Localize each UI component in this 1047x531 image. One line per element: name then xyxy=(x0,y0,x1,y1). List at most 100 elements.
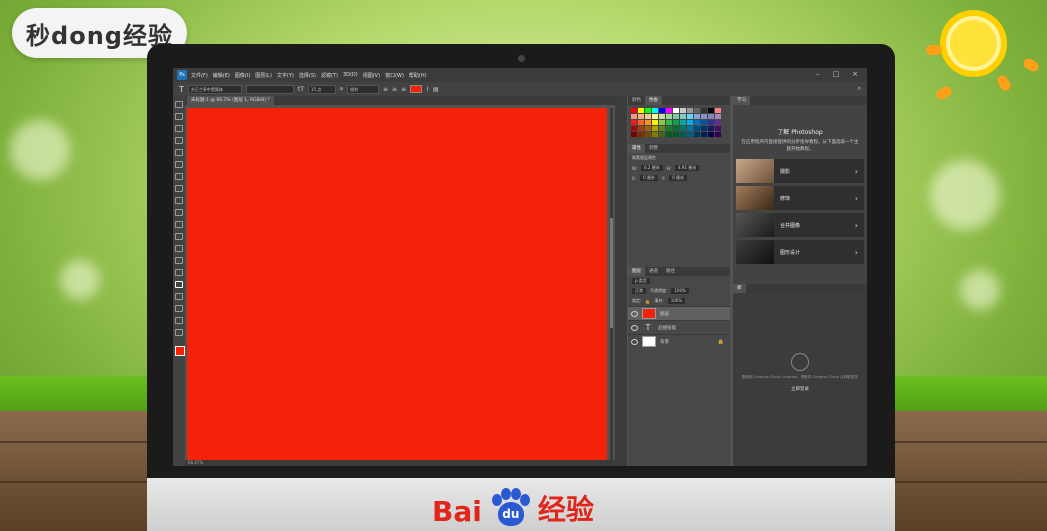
tab-paths[interactable]: 路径 xyxy=(662,267,679,276)
layer-row[interactable]: 背景 🔒 xyxy=(628,334,730,348)
menu-view[interactable]: 视图(V) xyxy=(363,72,380,79)
color-swatch[interactable] xyxy=(687,132,693,137)
dodge-tool-icon[interactable] xyxy=(175,257,183,264)
menu-select[interactable]: 选择(S) xyxy=(299,72,316,79)
tab-learn[interactable]: 学习 xyxy=(733,96,750,105)
color-swatch[interactable] xyxy=(715,132,721,137)
stamp-tool-icon[interactable] xyxy=(175,197,183,204)
gradient-tool-icon[interactable] xyxy=(175,233,183,240)
eyedropper-tool-icon[interactable] xyxy=(175,161,183,168)
color-swatch[interactable] xyxy=(694,132,700,137)
warp-text-icon[interactable]: ⌇ xyxy=(426,86,429,93)
font-size-select[interactable]: 15 点 xyxy=(307,84,336,94)
color-swatch[interactable] xyxy=(680,120,686,125)
color-swatch[interactable] xyxy=(708,120,714,125)
width-field[interactable]: 6.2 厘米 xyxy=(641,165,663,171)
color-swatch[interactable] xyxy=(701,120,707,125)
color-swatch[interactable] xyxy=(645,132,651,137)
lasso-tool-icon[interactable] xyxy=(175,125,183,132)
color-swatch[interactable] xyxy=(631,120,637,125)
y-field[interactable]: 0 厘米 xyxy=(669,175,688,181)
color-swatch[interactable] xyxy=(694,126,700,131)
menu-window[interactable]: 窗口(W) xyxy=(385,72,404,79)
maximize-icon[interactable]: □ xyxy=(833,70,840,78)
align-center-icon[interactable]: ≡ xyxy=(392,86,397,93)
color-swatch[interactable] xyxy=(631,132,637,137)
color-swatch[interactable] xyxy=(673,108,679,113)
learn-item-graphic[interactable]: 图形设计 › xyxy=(736,240,864,264)
tab-channels[interactable]: 通道 xyxy=(645,267,662,276)
color-swatch[interactable] xyxy=(631,114,637,119)
text-color-swatch[interactable] xyxy=(410,85,423,93)
color-swatch[interactable] xyxy=(715,126,721,131)
layer-row[interactable]: T 品搜技能 xyxy=(628,320,730,334)
color-swatch[interactable] xyxy=(715,114,721,119)
tab-adjustments[interactable]: 调整 xyxy=(645,144,662,153)
color-swatch[interactable] xyxy=(701,108,707,113)
hand-tool-icon[interactable] xyxy=(175,317,183,324)
brush-tool-icon[interactable] xyxy=(175,185,183,192)
menu-image[interactable]: 图像(I) xyxy=(235,72,250,79)
search-icon[interactable]: ⌕ xyxy=(858,85,861,93)
move-tool-icon[interactable] xyxy=(175,101,183,108)
color-swatch[interactable] xyxy=(680,126,686,131)
color-swatch[interactable] xyxy=(659,114,665,119)
tab-properties[interactable]: 属性 xyxy=(628,144,645,153)
color-swatch[interactable] xyxy=(701,114,707,119)
character-panel-icon[interactable]: ▤ xyxy=(433,86,439,93)
color-swatch[interactable] xyxy=(687,108,693,113)
shape-tool-icon[interactable] xyxy=(175,305,183,312)
sign-in-link[interactable]: 立即登录 xyxy=(733,386,867,392)
color-swatch[interactable] xyxy=(645,126,651,131)
x-field[interactable]: 0 厘米 xyxy=(640,175,658,181)
color-swatch[interactable] xyxy=(666,126,672,131)
learn-item-retouch[interactable]: 修饰 › xyxy=(736,186,864,210)
color-swatch[interactable] xyxy=(631,108,637,113)
eye-icon[interactable] xyxy=(631,310,638,317)
document-tab[interactable]: 未标题-1 @ 66.7% (图层 1, RGB/8) * xyxy=(187,96,274,105)
pen-tool-icon[interactable] xyxy=(175,269,183,276)
history-brush-tool-icon[interactable] xyxy=(175,209,183,216)
color-swatch[interactable] xyxy=(680,114,686,119)
color-swatch[interactable] xyxy=(687,114,693,119)
lock-icon[interactable]: 🔒 xyxy=(645,299,650,304)
color-swatch[interactable] xyxy=(694,108,700,113)
color-swatch[interactable] xyxy=(708,114,714,119)
marquee-tool-icon[interactable] xyxy=(175,113,183,120)
fill-field[interactable]: 100% xyxy=(667,298,686,304)
color-swatch[interactable] xyxy=(666,132,672,137)
opacity-field[interactable]: 100% xyxy=(671,288,689,294)
color-swatch[interactable] xyxy=(652,114,658,119)
color-swatch[interactable] xyxy=(638,120,644,125)
canvas[interactable] xyxy=(187,108,607,460)
color-swatch[interactable] xyxy=(652,108,658,113)
color-swatch[interactable] xyxy=(694,114,700,119)
color-swatch[interactable] xyxy=(638,132,644,137)
color-swatch[interactable] xyxy=(652,126,658,131)
align-left-icon[interactable]: ≡ xyxy=(383,86,388,93)
color-swatch[interactable] xyxy=(666,108,672,113)
color-swatch[interactable] xyxy=(652,120,658,125)
tab-swatches[interactable]: 色板 xyxy=(645,96,662,105)
eraser-tool-icon[interactable] xyxy=(175,221,183,228)
tab-libraries[interactable]: 库 xyxy=(733,284,746,293)
eye-icon[interactable] xyxy=(631,338,638,345)
menu-layer[interactable]: 图层(L) xyxy=(255,72,272,79)
close-icon[interactable]: × xyxy=(852,70,858,78)
color-swatch[interactable] xyxy=(687,120,693,125)
color-swatch[interactable] xyxy=(708,108,714,113)
menu-filter[interactable]: 滤镜(T) xyxy=(321,72,338,79)
menu-type[interactable]: 文字(Y) xyxy=(277,72,294,79)
zoom-tool-icon[interactable] xyxy=(175,329,183,336)
color-swatch[interactable] xyxy=(652,132,658,137)
learn-item-combine[interactable]: 合并图像 › xyxy=(736,213,864,237)
crop-tool-icon[interactable] xyxy=(175,149,183,156)
menu-edit[interactable]: 编辑(E) xyxy=(213,72,230,79)
learn-item-photography[interactable]: 摄影 › xyxy=(736,159,864,183)
color-swatch[interactable] xyxy=(638,114,644,119)
color-swatch[interactable] xyxy=(687,126,693,131)
blend-mode-select[interactable]: 正常 xyxy=(632,288,646,294)
color-swatch[interactable] xyxy=(701,126,707,131)
foreground-color-swatch[interactable] xyxy=(175,346,185,356)
color-swatch[interactable] xyxy=(645,108,651,113)
